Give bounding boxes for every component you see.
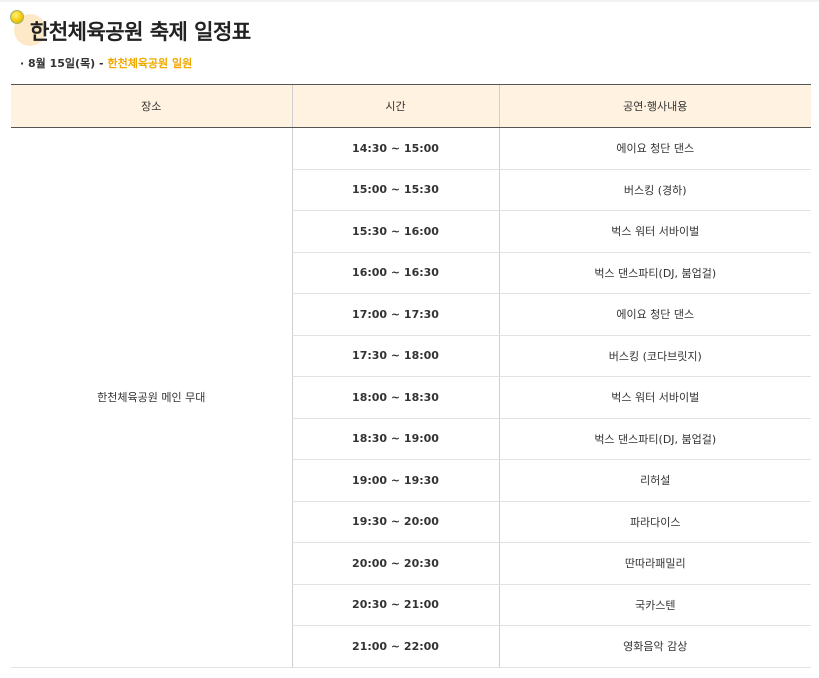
event-cell: 벅스 댄스파티(DJ, 붐업걸)	[498, 252, 811, 294]
time-cell: 18:30 ~ 19:00	[291, 418, 499, 460]
time-cell: 17:30 ~ 18:00	[291, 335, 499, 377]
time-cell: 18:00 ~ 18:30	[291, 376, 499, 419]
bullet-icon	[10, 10, 24, 24]
time-cell: 15:00 ~ 15:30	[291, 169, 499, 211]
time-cell: 15:30 ~ 16:00	[291, 210, 499, 253]
event-cell: 에이요 청단 댄스	[498, 127, 811, 170]
time-cell: 19:00 ~ 19:30	[291, 459, 499, 502]
event-cell: 에이요 청단 댄스	[498, 293, 811, 336]
schedule-body: 한천체육공원 메인 무대 14:30 ~ 15:00 에이요 청단 댄스 15:00 …	[11, 127, 811, 668]
event-cell: 딴따라패밀리	[498, 542, 811, 585]
schedule-table: 장소 시간 공연·행사내용 한천체육공원 메인 무대 14:30 ~ 15:00 에…	[11, 84, 811, 668]
event-cell: 벅스 워터 서바이벌	[498, 210, 811, 253]
time-cell: 21:00 ~ 22:00	[291, 625, 499, 668]
time-cell: 20:30 ~ 21:00	[291, 584, 499, 626]
header-venue: 장소	[11, 84, 292, 128]
event-cell: 파라다이스	[498, 501, 811, 543]
time-cell: 16:00 ~ 16:30	[291, 252, 499, 294]
event-cell: 버스킹 (코다브릿지)	[498, 335, 811, 377]
date-subtitle: · 8월 15일(목) - 한천체육공원 일원	[20, 55, 192, 71]
header-event: 공연·행사내용	[498, 84, 811, 128]
time-cell: 17:00 ~ 17:30	[291, 293, 499, 336]
event-cell: 리허설	[498, 459, 811, 502]
header-time: 시간	[291, 84, 499, 128]
venue-area-label: 한천체육공원 일원	[107, 57, 193, 70]
event-cell: 국카스텐	[498, 584, 811, 626]
time-cell: 14:30 ~ 15:00	[291, 127, 499, 170]
table-header-row: 장소 시간 공연·행사내용	[11, 84, 811, 128]
event-cell: 벅스 댄스파티(DJ, 붐업걸)	[498, 418, 811, 460]
event-cell: 영화음악 감상	[498, 625, 811, 668]
top-divider	[0, 0, 819, 2]
time-cell: 20:00 ~ 20:30	[291, 542, 499, 585]
event-cell: 벅스 워터 서바이벌	[498, 376, 811, 419]
event-cell: 버스킹 (경하)	[498, 169, 811, 211]
table-row: 한천체육공원 메인 무대 14:30 ~ 15:00 에이요 청단 댄스	[11, 127, 811, 668]
venue-cell: 한천체육공원 메인 무대	[11, 127, 292, 668]
time-cell: 19:30 ~ 20:00	[291, 501, 499, 543]
date-label: · 8월 15일(목) -	[20, 57, 108, 70]
page-title: 한천체육공원 축제 일정표	[30, 20, 251, 44]
